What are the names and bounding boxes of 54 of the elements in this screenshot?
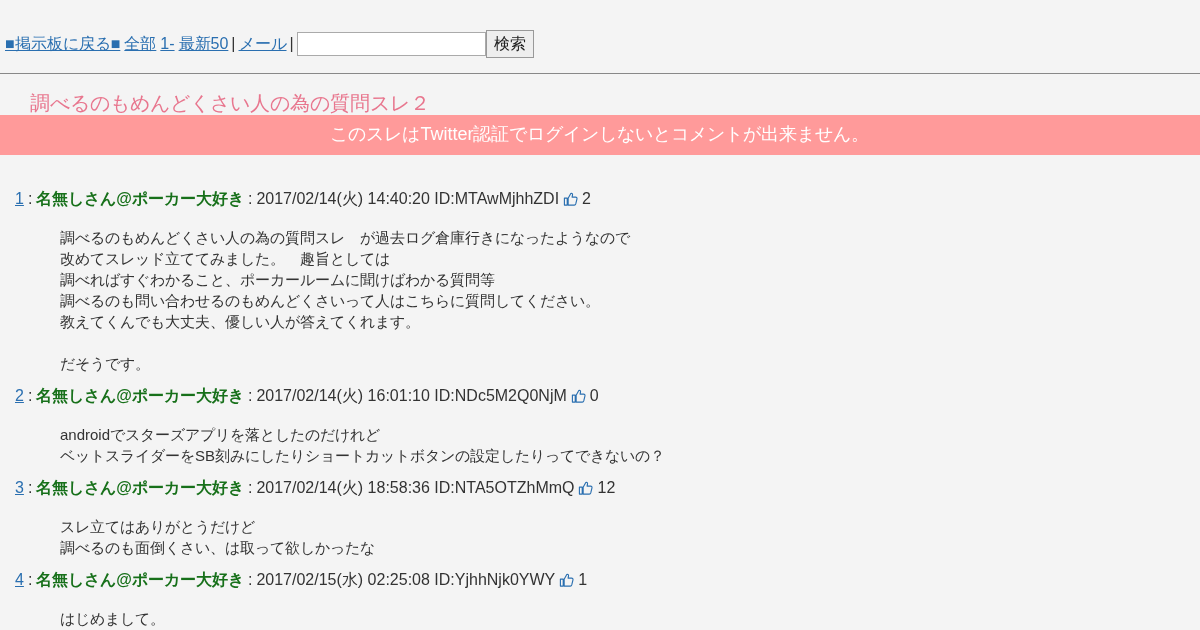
- poster-id: ID:YjhhNjk0YWY: [433, 570, 556, 590]
- post-text: androidでスターズアプリを落としたのだけれど: [60, 425, 382, 445]
- post-number-link[interactable]: 3: [15, 477, 24, 499]
- post-text: 教えてくんでも大丈夫、優しい人が答えてくれます。: [60, 312, 421, 332]
- separator: :: [27, 570, 33, 590]
- post-date: 2017/02/14(火) 18:58:36: [256, 478, 430, 498]
- post-text: 調べればすぐわかること、ポーカールームに聞けばわかる質問等: [60, 270, 496, 290]
- post-date: 2017/02/15(水) 02:25:08: [256, 570, 430, 590]
- post-text: はじめまして。: [60, 609, 166, 629]
- nav-link[interactable]: 最新50: [178, 33, 229, 55]
- post-text: 調べるのも問い合わせるのもめんどくさいって人はこちらに質問してください。: [60, 291, 601, 311]
- separator: :: [27, 189, 33, 209]
- nav-link[interactable]: ■掲示板に戻る■: [5, 33, 121, 55]
- separator: :: [27, 478, 33, 498]
- separator: :: [247, 189, 253, 209]
- search-field[interactable]: [296, 32, 486, 56]
- post-text: ベットスライダーをSB刻みにしたりショートカットボタンの設定したりってできないの？: [60, 446, 666, 466]
- poster-id: ID:MTAwMjhhZDI: [433, 189, 560, 209]
- post-number-link[interactable]: 1: [15, 188, 24, 210]
- separator: :: [247, 478, 253, 498]
- poster-name: 名無しさん@ポーカー大好き: [36, 386, 244, 406]
- post-text: スレ立てはありがとうだけど: [60, 517, 256, 537]
- post-text: だそうです。: [60, 354, 151, 374]
- separator: :: [247, 386, 253, 406]
- poster-id: ID:NDc5M2Q0NjM: [433, 386, 567, 406]
- thumbs-up-icon[interactable]: [559, 572, 575, 588]
- post-number-link[interactable]: 2: [15, 385, 24, 407]
- poster-name: 名無しさん@ポーカー大好き: [36, 478, 244, 498]
- poster-id: ID:NTA5OTZhMmQ: [433, 478, 575, 498]
- post-text: 改めてスレッド立ててみました。 趣旨としては: [60, 249, 391, 269]
- thumbs-up-icon[interactable]: [578, 480, 594, 496]
- post-text: 調べるのも面倒くさい、は取って欲しかったな: [60, 538, 376, 558]
- poster-name: 名無しさん@ポーカー大好き: [36, 570, 244, 590]
- nav-link[interactable]: 1-: [160, 35, 175, 53]
- nav-link[interactable]: 全部: [124, 33, 157, 55]
- mail-link[interactable]: メール: [238, 33, 287, 55]
- thumbs-up-icon[interactable]: [563, 191, 579, 207]
- post-text: 調べるのもめんどくさい人の為の質問スレ が過去ログ倉庫行きになったようなので: [60, 228, 631, 248]
- poster-name: 名無しさん@ポーカー大好き: [36, 189, 244, 209]
- separator: :: [247, 570, 253, 590]
- post-number-link[interactable]: 4: [15, 569, 24, 591]
- like-count: 0: [589, 386, 599, 406]
- thumbs-up-icon[interactable]: [570, 388, 586, 404]
- like-count: 2: [582, 189, 591, 209]
- post-date: 2017/02/14(火) 14:40:20: [256, 189, 430, 209]
- like-count: 12: [597, 478, 616, 498]
- thread-title: 調べるのもめんどくさい人の為の質問スレ２: [30, 91, 431, 115]
- post-date: 2017/02/14(火) 16:01:10: [256, 386, 430, 406]
- separator: :: [27, 386, 33, 406]
- separator: |: [231, 35, 236, 53]
- notice-banner: このスレはTwitter認証でログインしないとコメントが出来ません。: [0, 115, 1200, 155]
- search-button[interactable]: 検索: [485, 30, 534, 58]
- like-count: 1: [578, 570, 588, 590]
- separator: |: [289, 35, 294, 53]
